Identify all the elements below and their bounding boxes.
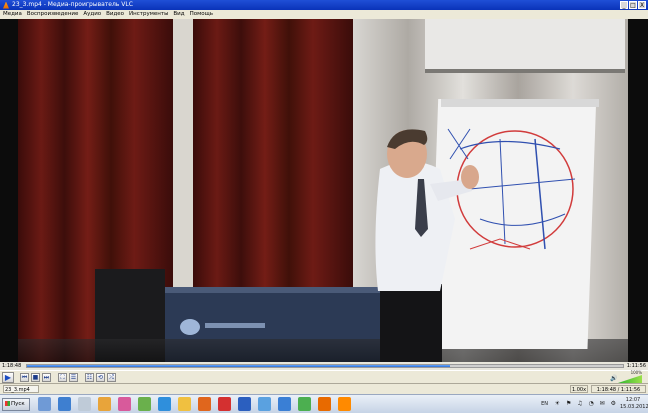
- loop-button[interactable]: ⟲: [96, 373, 105, 382]
- yandex-icon[interactable]: [218, 397, 231, 411]
- volume-slider[interactable]: [618, 375, 642, 383]
- extended-settings-button[interactable]: ☰: [69, 373, 78, 382]
- download-icon[interactable]: [298, 397, 311, 411]
- chat-icon[interactable]: [258, 397, 271, 411]
- status-time[interactable]: 1:18:48 / 1:11:56: [591, 385, 646, 393]
- title-bar: 23_3.mp4 - Медиа-проигрыватель VLC _ □ X: [0, 0, 648, 10]
- menu-audio[interactable]: Аудио: [83, 10, 101, 19]
- menu-view[interactable]: Вид: [173, 10, 184, 19]
- language-indicator[interactable]: EN: [541, 401, 548, 407]
- tray-icons[interactable]: ☀ ⚑ ♫ ◔ ✉ ⚙: [555, 400, 618, 407]
- maximize-button[interactable]: □: [629, 1, 637, 9]
- status-filename: 23_3.mp4: [3, 385, 39, 393]
- mail-icon[interactable]: [158, 397, 171, 411]
- menu-playback[interactable]: Воспроизведение: [27, 10, 78, 19]
- browser-icon[interactable]: [278, 397, 291, 411]
- window-title: 23_3.mp4 - Медиа-проигрыватель VLC: [12, 1, 133, 8]
- windows-flag-icon: [5, 401, 10, 406]
- menu-help[interactable]: Помощь: [190, 10, 213, 19]
- video-area[interactable]: [0, 19, 648, 362]
- menu-tools[interactable]: Инструменты: [129, 10, 168, 19]
- volume-percent: 100%: [630, 370, 642, 375]
- users-icon[interactable]: [38, 397, 51, 411]
- control-bar: ▶ ⏮ ■ ⏭ ⛶ ☰ ☷ ⟲ ⤮ 🔊 100%: [0, 370, 648, 383]
- menu-bar: Медиа Воспроизведение Аудио Видео Инстру…: [0, 10, 648, 19]
- elapsed-time: 1:18:48: [2, 363, 22, 369]
- fullscreen-button[interactable]: ⛶: [58, 373, 67, 382]
- start-button[interactable]: Пуск: [2, 398, 30, 411]
- word-icon[interactable]: [238, 397, 251, 411]
- vlc-cone-icon: [3, 1, 9, 9]
- network-icon[interactable]: [58, 397, 71, 411]
- window-buttons: _ □ X: [620, 1, 646, 9]
- stop-button[interactable]: ■: [31, 373, 40, 382]
- speaker-icon[interactable]: 🔊: [610, 375, 617, 382]
- taskbar: Пуск EN ☀ ⚑ ♫ ◔ ✉ ⚙ 12:07 15.03.2012: [0, 394, 648, 413]
- clock[interactable]: 12:07 15.03.2012: [620, 397, 648, 411]
- playback-speed[interactable]: 1.00x: [570, 385, 588, 393]
- minimize-button[interactable]: _: [620, 1, 628, 9]
- media-icon[interactable]: [98, 397, 111, 411]
- menu-media[interactable]: Медиа: [3, 10, 22, 19]
- playlist-button[interactable]: ☷: [85, 373, 94, 382]
- video-frame: [0, 19, 648, 362]
- firefox-icon[interactable]: [198, 397, 211, 411]
- total-time: 1:11:56: [626, 363, 646, 369]
- clock-date: 15.03.2012: [620, 404, 648, 410]
- next-button[interactable]: ⏭: [42, 373, 51, 382]
- paint-icon[interactable]: [118, 397, 131, 411]
- seek-progress: [27, 365, 451, 367]
- folder-icon[interactable]: [178, 397, 191, 411]
- vlc-taskbar-icon[interactable]: [318, 397, 331, 411]
- status-bar: 23_3.mp4 1.00x 1:18:48 / 1:11:56: [0, 383, 648, 394]
- close-button[interactable]: X: [638, 1, 646, 9]
- start-label: Пуск: [11, 401, 25, 407]
- shuffle-button[interactable]: ⤮: [107, 373, 116, 382]
- seek-bar[interactable]: [26, 364, 624, 368]
- vlc-window-icon[interactable]: [338, 397, 351, 411]
- clock-time: 12:07: [625, 397, 641, 403]
- play-button[interactable]: ▶: [2, 372, 14, 383]
- document-icon[interactable]: [78, 397, 91, 411]
- menu-video[interactable]: Видео: [106, 10, 124, 19]
- spreadsheet-icon[interactable]: [138, 397, 151, 411]
- seek-row: 1:18:48 1:11:56: [0, 362, 648, 370]
- prev-button[interactable]: ⏮: [20, 373, 29, 382]
